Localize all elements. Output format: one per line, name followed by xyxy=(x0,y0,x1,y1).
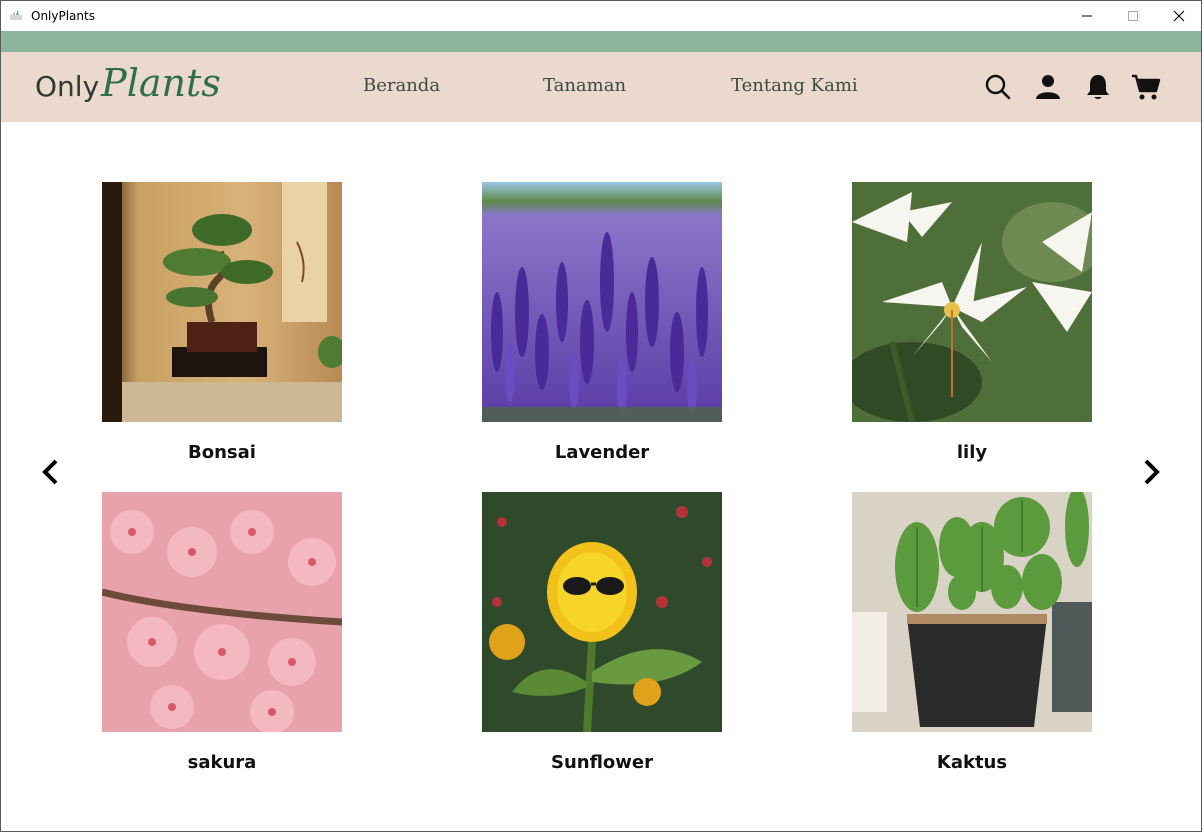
chevron-right-icon[interactable] xyxy=(1139,458,1163,486)
title-bar: OnlyPlants xyxy=(1,1,1201,31)
bonsai-image xyxy=(102,182,342,422)
cart-icon[interactable] xyxy=(1131,72,1161,102)
sakura-image xyxy=(102,492,342,732)
nav-link-tanaman[interactable]: Tanaman xyxy=(543,75,626,96)
minimize-button[interactable] xyxy=(1064,1,1110,31)
chevron-left-icon[interactable] xyxy=(39,458,63,486)
nav-link-beranda[interactable]: Beranda xyxy=(363,75,440,96)
close-icon xyxy=(1173,10,1185,22)
plant-card-sakura[interactable]: sakura xyxy=(102,492,342,773)
plant-name: sakura xyxy=(187,752,257,773)
lavender-image xyxy=(482,182,722,422)
bell-icon[interactable] xyxy=(1083,72,1113,102)
navbar: Only Plants Beranda Tanaman Tentang Kami xyxy=(1,52,1201,122)
minimize-icon xyxy=(1082,15,1092,17)
kaktus-image xyxy=(852,492,1092,732)
logo-text-plants: Plants xyxy=(101,61,221,105)
close-button[interactable] xyxy=(1156,1,1201,31)
user-icon[interactable] xyxy=(1033,72,1063,102)
lily-image xyxy=(852,182,1092,422)
plant-name: Sunflower xyxy=(550,752,653,773)
app-window: OnlyPlants Only Plants Beranda Tanaman T… xyxy=(0,0,1202,832)
maximize-icon xyxy=(1128,11,1138,21)
sunflower-image xyxy=(482,492,722,732)
plant-name: lily xyxy=(956,442,988,463)
maximize-button[interactable] xyxy=(1110,1,1156,31)
plant-card-lavender[interactable]: Lavender xyxy=(482,182,722,463)
logo[interactable]: Only Plants xyxy=(35,61,221,108)
plant-card-lily[interactable]: lily xyxy=(852,182,1092,463)
logo-text-only: Only xyxy=(35,69,100,103)
nav-link-tentang-kami[interactable]: Tentang Kami xyxy=(731,75,858,96)
plant-name: Kaktus xyxy=(936,752,1008,773)
app-icon xyxy=(10,10,22,20)
plant-name: Lavender xyxy=(554,442,650,463)
search-icon[interactable] xyxy=(983,72,1013,102)
window-title: OnlyPlants xyxy=(31,9,95,23)
plant-name: Bonsai xyxy=(188,442,256,463)
plant-card-bonsai[interactable]: Bonsai xyxy=(102,182,342,463)
accent-bar xyxy=(1,31,1201,52)
plant-card-kaktus[interactable]: Kaktus xyxy=(852,492,1092,773)
plant-card-sunflower[interactable]: Sunflower xyxy=(482,492,722,773)
